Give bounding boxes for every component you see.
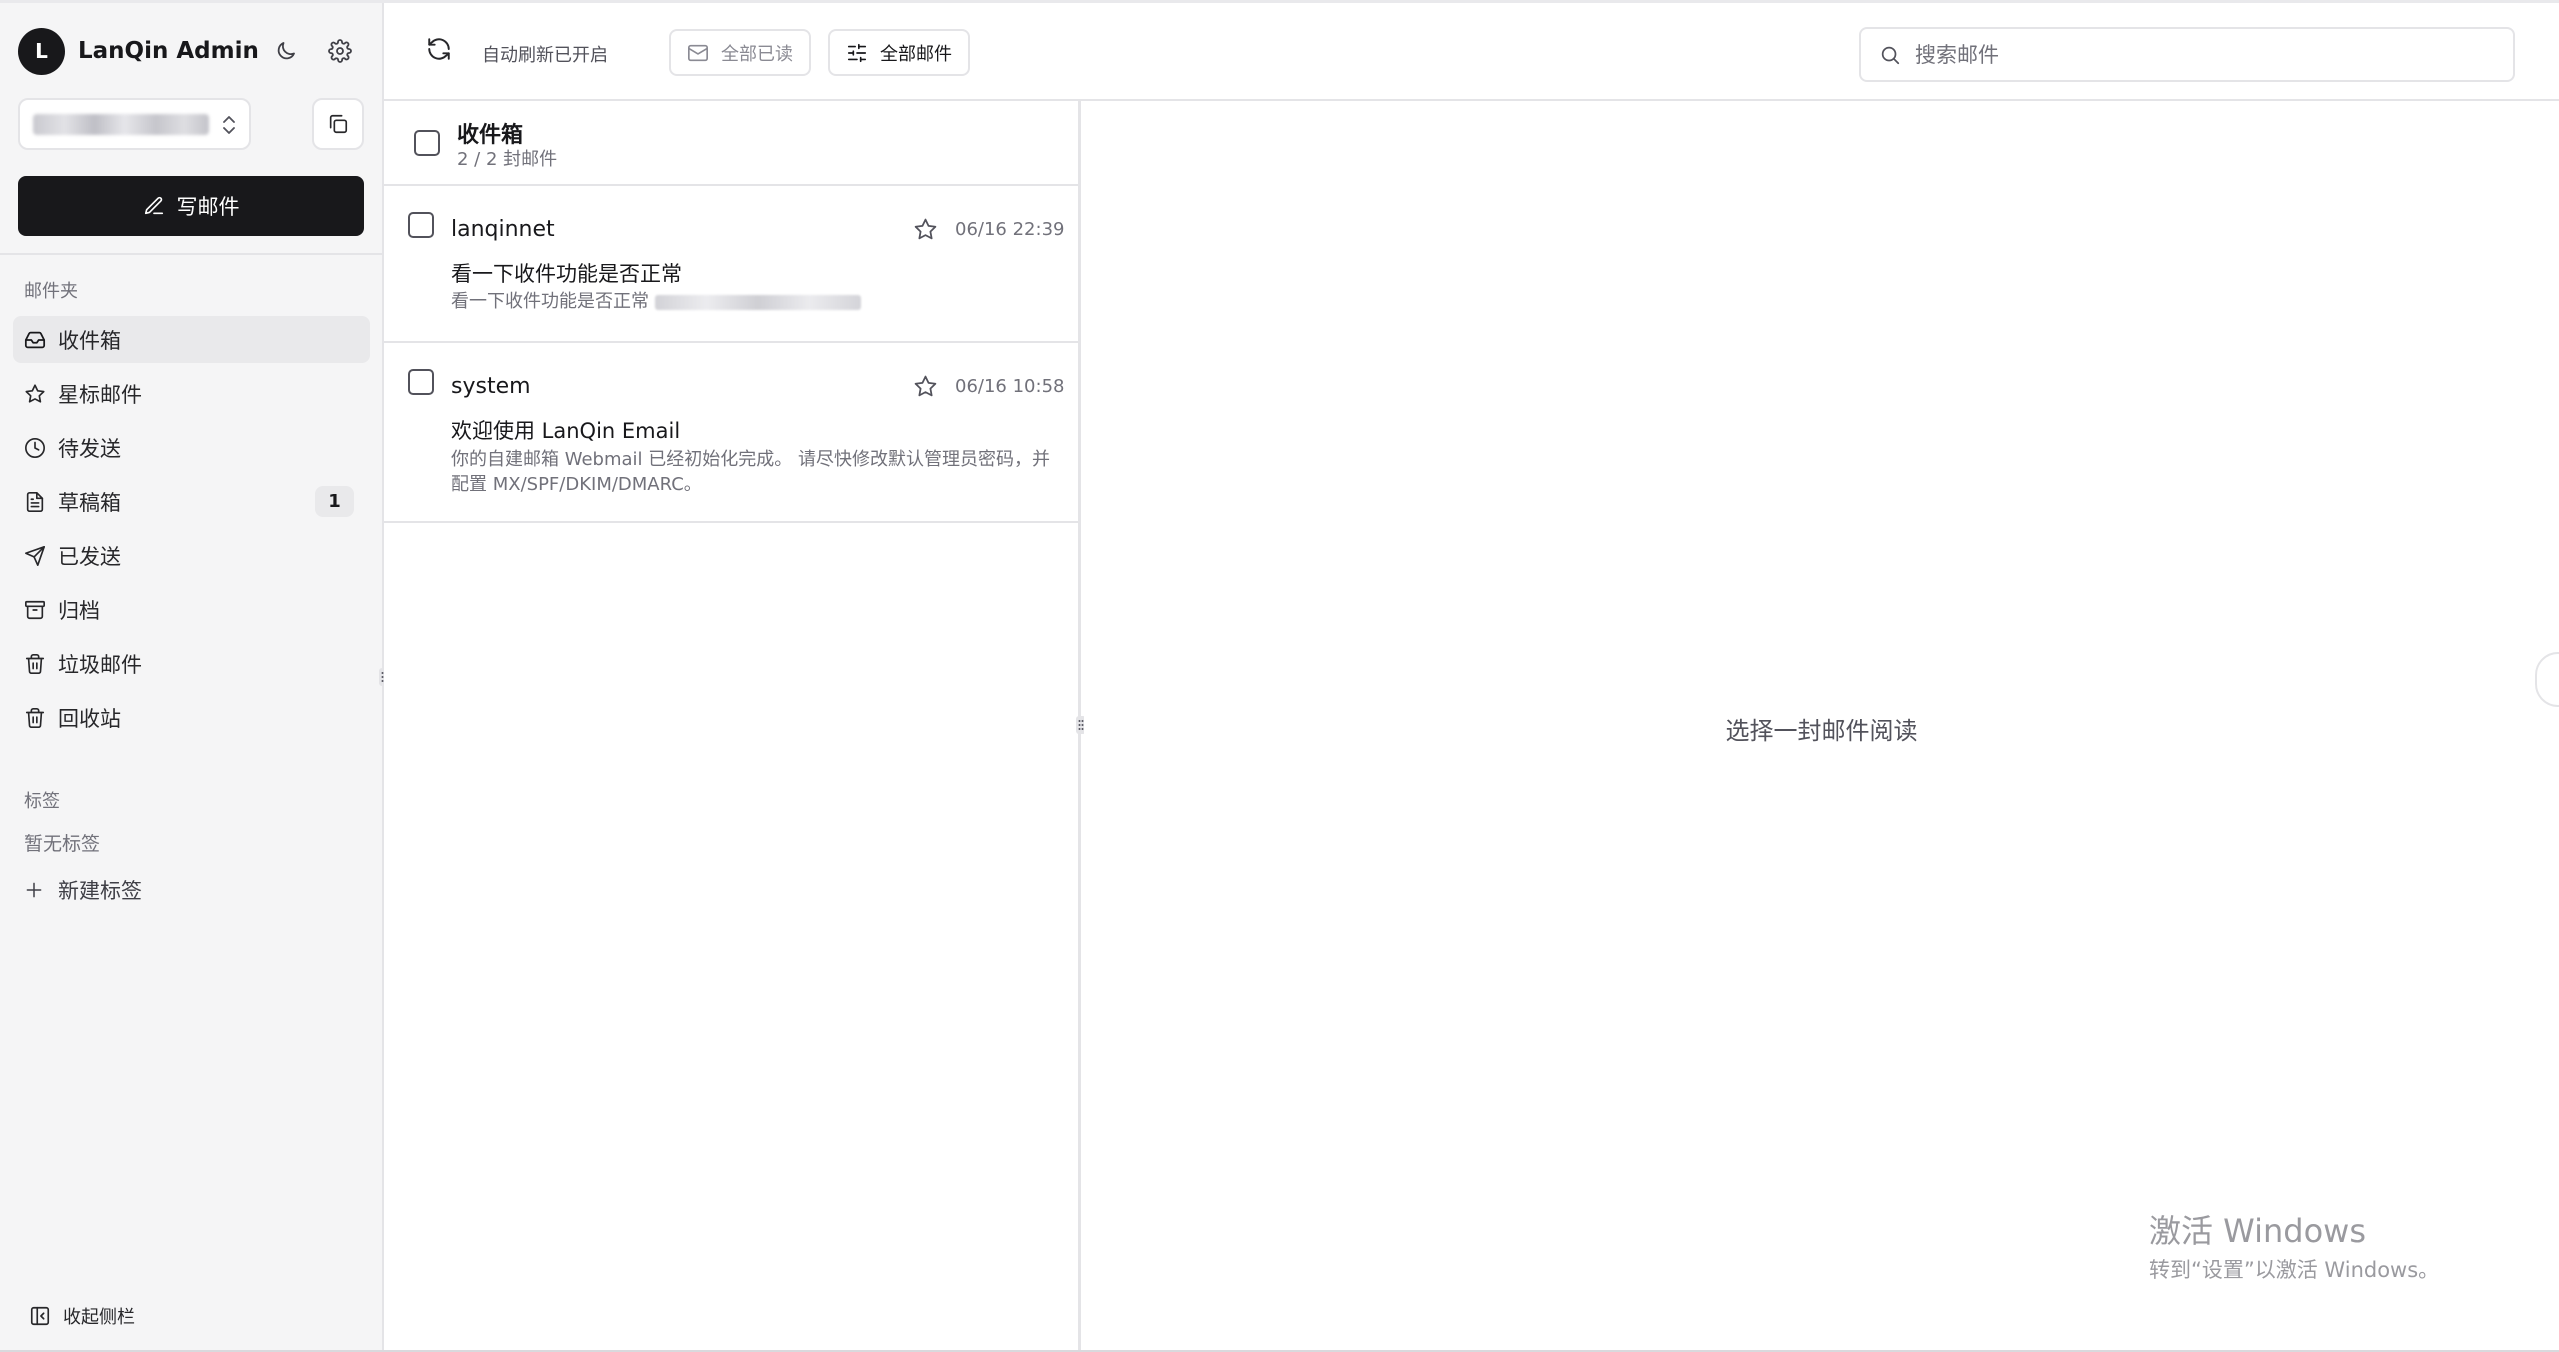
compose-label: 写邮件	[176, 195, 240, 219]
account-selector[interactable]	[18, 98, 251, 150]
mail-list-item[interactable]: lanqinnet 06/16 22:39 看一下收件功能是否正常 看一下收件功…	[384, 186, 1078, 343]
copy-icon	[329, 114, 348, 134]
mark-all-read-button[interactable]: 全部已读	[669, 29, 811, 76]
mail-preview: 你的自建邮箱 Webmail 已经初始化完成。 请尽快修改默认管理员密码，并配置…	[451, 449, 1050, 495]
windows-activation-watermark: 激活 Windows 转到“设置”以激活 Windows。	[2149, 1206, 2439, 1284]
star-icon	[25, 383, 45, 403]
copy-address-button[interactable]	[312, 98, 364, 150]
folders-heading: 邮件夹	[24, 281, 78, 302]
settings-gear-icon[interactable]	[323, 34, 357, 68]
filter-dropdown-button[interactable]: 全部邮件	[828, 29, 970, 76]
plus-icon	[26, 882, 42, 898]
sidebar-item-scheduled[interactable]: 待发送	[13, 424, 370, 471]
mail-subject: 欢迎使用 LanQin Email	[451, 419, 681, 443]
trash-icon	[25, 707, 45, 728]
sidebar-item-label: 待发送	[58, 436, 121, 461]
mail-sender: system	[451, 374, 531, 399]
new-label-text: 新建标签	[58, 879, 142, 903]
panel-collapse-icon	[30, 1306, 50, 1326]
new-label-button[interactable]: 新建标签	[24, 875, 142, 905]
trash-icon	[25, 653, 45, 674]
no-labels-text: 暂无标签	[24, 833, 101, 855]
filter-label: 全部邮件	[880, 43, 952, 65]
collapse-sidebar-button[interactable]: 收起侧栏	[29, 1303, 135, 1329]
inbox-icon	[24, 331, 46, 348]
message-count: 2 / 2 封邮件	[457, 149, 558, 170]
mail-list-panel: 收件箱 2 / 2 封邮件 lanqinnet 06/16 22:39 看一下收…	[384, 101, 1081, 1350]
mark-all-read-label: 全部已读	[721, 43, 793, 65]
drafts-count-badge: 1	[315, 486, 354, 517]
app-name: LanQin Admin	[78, 38, 259, 64]
sidebar-item-inbox[interactable]: 收件箱	[13, 316, 370, 363]
brand: L LanQin Admin	[18, 25, 259, 77]
sidebar-item-spam[interactable]: 垃圾邮件	[13, 640, 370, 687]
mail-list-header: 收件箱 2 / 2 封邮件	[384, 101, 1078, 186]
mail-preview-text: 看一下收件功能是否正常	[451, 291, 649, 312]
mail-preview: 看一下收件功能是否正常	[451, 289, 1061, 314]
compose-button[interactable]: 写邮件	[18, 176, 364, 236]
mail-select-checkbox[interactable]	[408, 369, 434, 395]
mail-select-checkbox[interactable]	[408, 212, 434, 238]
sidebar-item-drafts[interactable]: 草稿箱 1	[13, 478, 370, 525]
mail-time: 06/16 10:58	[955, 376, 1065, 397]
auto-refresh-status[interactable]: 自动刷新已开启	[482, 41, 608, 67]
user-avatar[interactable]: L	[18, 27, 65, 75]
sliders-filter-icon	[847, 43, 867, 62]
star-icon[interactable]	[913, 217, 938, 242]
draft-icon	[26, 491, 44, 512]
sidebar-item-label: 收件箱	[58, 328, 121, 353]
empty-reading-message: 选择一封邮件阅读	[1725, 717, 1918, 745]
labels-heading: 标签	[24, 791, 60, 812]
archive-icon	[25, 600, 45, 619]
collapse-sidebar-label: 收起侧栏	[63, 1307, 135, 1328]
mail-icon	[688, 44, 708, 61]
mail-time: 06/16 22:39	[955, 219, 1065, 240]
watermark-subtitle: 转到“设置”以激活 Windows。	[2149, 1258, 2440, 1282]
sidebar-item-label: 已发送	[58, 544, 121, 569]
sidebar: L LanQin Admin 写邮件 邮件夹 收件箱 星标邮件 待发送 草稿箱 …	[0, 3, 384, 1350]
theme-toggle-moon-icon[interactable]	[269, 34, 303, 68]
select-all-checkbox[interactable]	[414, 130, 440, 156]
chevron-up-down-icon	[223, 116, 235, 134]
sidebar-item-label: 星标邮件	[58, 382, 142, 407]
reading-pane: 选择一封邮件阅读	[1084, 101, 2559, 1350]
star-icon[interactable]	[913, 374, 938, 399]
refresh-icon[interactable]	[426, 36, 452, 62]
pen-icon	[144, 196, 163, 215]
mail-preview-redacted	[655, 294, 861, 310]
sidebar-divider	[0, 253, 382, 255]
search-box[interactable]	[1859, 27, 2515, 82]
sidebar-item-archive[interactable]: 归档	[13, 586, 370, 633]
mail-subject: 看一下收件功能是否正常	[451, 262, 682, 286]
sidebar-item-label: 垃圾邮件	[58, 652, 142, 677]
mail-list-item[interactable]: system 06/16 10:58 欢迎使用 LanQin Email 你的自…	[384, 343, 1078, 523]
sidebar-item-label: 归档	[58, 598, 100, 623]
toolbar: 自动刷新已开启 全部已读 全部邮件	[384, 3, 2559, 101]
clock-icon	[25, 437, 45, 458]
sidebar-item-label: 回收站	[58, 706, 121, 731]
send-icon	[25, 545, 45, 566]
sidebar-item-sent[interactable]: 已发送	[13, 532, 370, 579]
search-input[interactable]	[1915, 42, 2475, 67]
account-email-redacted	[33, 113, 209, 135]
sidebar-item-starred[interactable]: 星标邮件	[13, 370, 370, 417]
sidebar-item-trash[interactable]: 回收站	[13, 694, 370, 741]
watermark-title: 激活 Windows	[2149, 1212, 2367, 1250]
sidebar-item-label: 草稿箱	[58, 490, 121, 515]
search-icon	[1881, 46, 1900, 64]
mail-sender: lanqinnet	[451, 217, 555, 242]
